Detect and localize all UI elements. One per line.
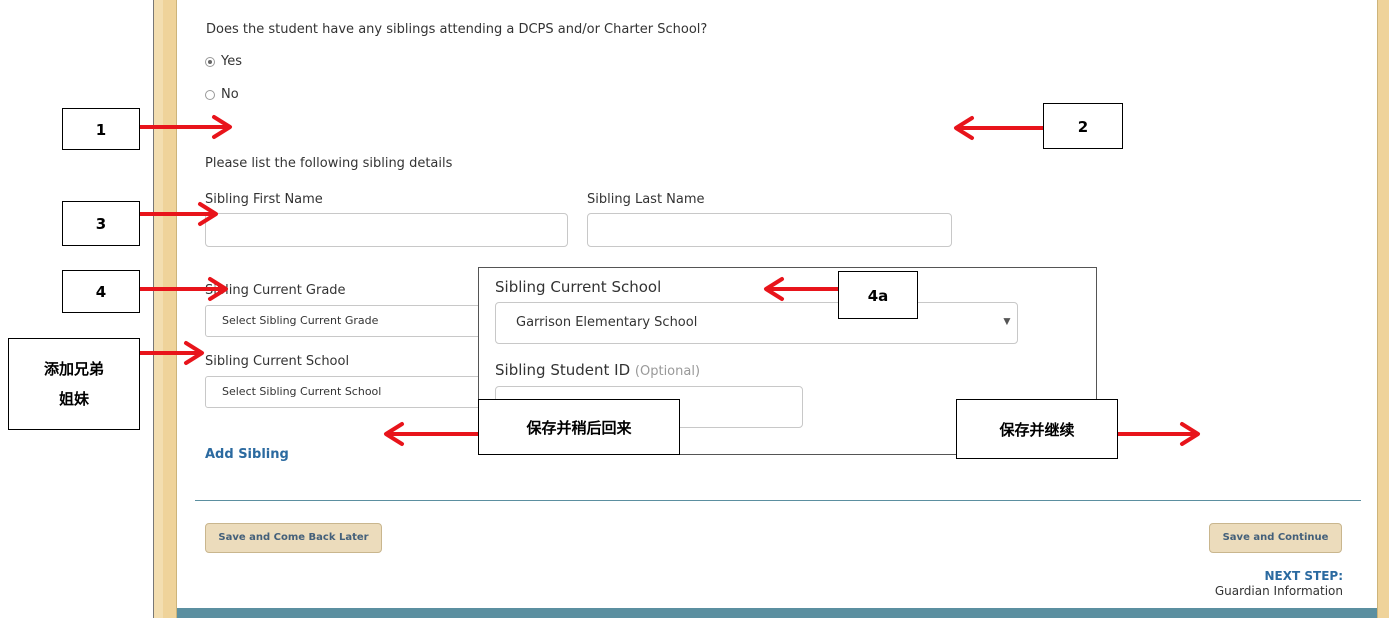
first-name-input[interactable] bbox=[205, 213, 568, 247]
callout-1: 1 bbox=[62, 108, 140, 150]
arrow-save-later bbox=[384, 422, 480, 446]
page-border-left-accent bbox=[163, 0, 177, 618]
radio-yes[interactable] bbox=[205, 57, 215, 67]
grade-select[interactable]: Select Sibling Current Grade bbox=[205, 305, 495, 337]
last-name-input[interactable] bbox=[587, 213, 952, 247]
arrow-2 bbox=[954, 116, 1045, 140]
zoom-school-value: Garrison Elementary School bbox=[516, 315, 698, 330]
callout-add-sibling-line1: 添加兄弟 bbox=[43, 360, 104, 378]
save-come-back-later-button[interactable]: Save and Come Back Later bbox=[205, 523, 382, 553]
next-step-value: Guardian Information bbox=[1214, 584, 1343, 598]
save-and-continue-button[interactable]: Save and Continue bbox=[1209, 523, 1342, 553]
callout-save-continue-cn: 保存并继续 bbox=[956, 399, 1118, 459]
last-name-label: Sibling Last Name bbox=[587, 192, 705, 207]
zoom-student-id-optional: (Optional) bbox=[634, 364, 701, 379]
section-divider bbox=[195, 500, 1361, 501]
sibling-question: Does the student have any siblings atten… bbox=[206, 22, 708, 37]
arrow-save-continue bbox=[1116, 422, 1200, 446]
grade-label: Sibling Current Grade bbox=[205, 283, 346, 298]
radio-yes-label: Yes bbox=[221, 54, 242, 69]
zoom-school-select[interactable]: Garrison Elementary School ▼ bbox=[495, 302, 1018, 344]
zoom-student-id-label: Sibling Student ID (Optional) bbox=[495, 361, 700, 379]
footer-strip bbox=[177, 608, 1377, 618]
callout-4a: 4a bbox=[838, 271, 918, 319]
details-prompt: Please list the following sibling detail… bbox=[205, 156, 453, 171]
school-label: Sibling Current School bbox=[205, 354, 350, 369]
zoom-student-id-label-text: Sibling Student ID bbox=[495, 361, 631, 379]
callout-2: 2 bbox=[1043, 103, 1123, 149]
add-sibling-link[interactable]: Add Sibling bbox=[205, 447, 289, 462]
zoom-school-label: Sibling Current School bbox=[495, 278, 662, 296]
callout-add-sibling-cn: 添加兄弟 姐妹 bbox=[8, 338, 140, 430]
callout-add-sibling-line2: 姐妹 bbox=[58, 390, 89, 408]
school-select[interactable]: Select Sibling Current School bbox=[205, 376, 495, 408]
page-border-left bbox=[153, 0, 163, 618]
callout-save-later-cn: 保存并稍后回来 bbox=[478, 399, 680, 455]
radio-no-label: No bbox=[221, 87, 239, 102]
page-border-right bbox=[1377, 0, 1389, 618]
radio-no[interactable] bbox=[205, 90, 215, 100]
callout-4: 4 bbox=[62, 270, 140, 313]
next-step-label: NEXT STEP: bbox=[1264, 569, 1343, 583]
callout-3: 3 bbox=[62, 201, 140, 246]
chevron-down-icon: ▼ bbox=[1001, 314, 1013, 328]
first-name-label: Sibling First Name bbox=[205, 192, 323, 207]
